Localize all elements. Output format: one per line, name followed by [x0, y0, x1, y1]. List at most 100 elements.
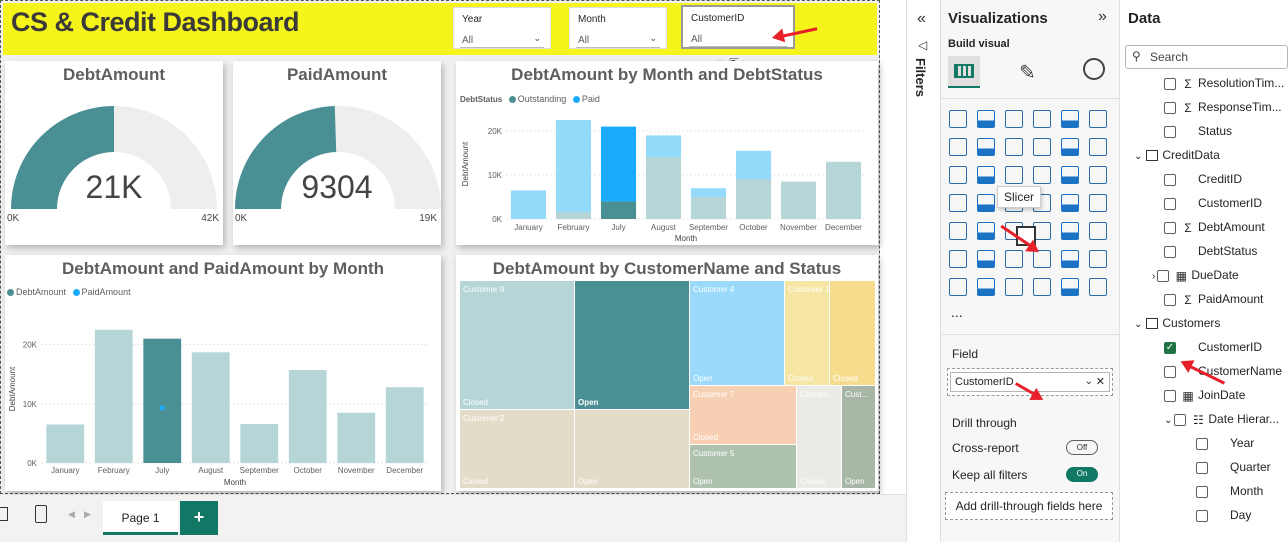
chevron-down-icon[interactable]: ⌄	[1134, 151, 1142, 162]
bar-segment[interactable]	[780, 181, 817, 219]
pie-icon[interactable]	[1033, 166, 1051, 184]
field-checkbox[interactable]	[1196, 461, 1208, 474]
field-row[interactable]: DebtStatus	[1164, 240, 1257, 262]
treemap-tile[interactable]: Open	[575, 281, 689, 409]
field-row[interactable]: Quarter	[1196, 456, 1271, 478]
key-influencers-icon[interactable]	[977, 250, 995, 268]
100-column-icon[interactable]	[1089, 110, 1107, 128]
r-visual-icon[interactable]	[1089, 222, 1107, 240]
line-chart-icon[interactable]	[949, 138, 967, 156]
keep-filters-toggle[interactable]: On	[1066, 467, 1098, 482]
field-row[interactable]: ▦ JoinDate	[1164, 384, 1245, 406]
page-view-icon[interactable]	[0, 507, 8, 521]
field-row[interactable]: Year	[1196, 432, 1254, 454]
build-visual-tab[interactable]	[948, 56, 980, 88]
field-row[interactable]: ⌄ CreditData	[1134, 144, 1220, 166]
power-automate-icon[interactable]	[1005, 278, 1023, 296]
field-row[interactable]: Σ DebtAmount	[1164, 216, 1265, 238]
treemap-tile[interactable]: Customer 4 Open	[690, 281, 784, 385]
matrix-icon[interactable]	[1061, 222, 1079, 240]
treemap-tile[interactable]: Customer 7 Closed	[690, 386, 796, 444]
field-checkbox[interactable]	[1174, 413, 1187, 426]
bar-segment[interactable]	[645, 157, 682, 219]
field-row[interactable]: Σ PaidAmount	[1164, 288, 1263, 310]
chevron-down-icon[interactable]: ⌄	[1164, 415, 1172, 426]
chevron-down-icon[interactable]: ⌄	[1134, 319, 1142, 330]
field-checkbox[interactable]	[1196, 437, 1208, 450]
expand-right-icon[interactable]: »	[1098, 8, 1107, 26]
narrative-icon[interactable]	[1061, 250, 1079, 268]
field-row[interactable]: Status	[1164, 120, 1232, 142]
line-clustered-icon[interactable]	[1089, 138, 1107, 156]
bar[interactable]	[191, 352, 230, 463]
bar-segment[interactable]	[735, 179, 772, 219]
kpi-icon[interactable]	[977, 222, 995, 240]
month-slicer[interactable]: Month All ⌄	[569, 7, 667, 49]
custom-visual-1-icon[interactable]	[1033, 278, 1051, 296]
debt-by-month-status-card[interactable]: DebtAmount by Month and DebtStatus DebtS…	[456, 61, 878, 245]
field-checkbox[interactable]	[1164, 77, 1176, 90]
treemap-tile[interactable]: Customer 2 Closed	[460, 410, 574, 488]
decomposition-tree-icon[interactable]	[1005, 250, 1023, 268]
drill-through-well[interactable]: Add drill-through fields here	[945, 492, 1113, 520]
field-checkbox[interactable]	[1164, 365, 1176, 378]
area-chart-icon[interactable]	[977, 138, 995, 156]
field-checkbox[interactable]	[1196, 485, 1208, 498]
remove-field-icon[interactable]: ✕	[1096, 373, 1105, 391]
bar-segment[interactable]	[690, 188, 727, 197]
python-icon[interactable]	[949, 250, 967, 268]
field-checkbox[interactable]: ✓	[1164, 341, 1176, 354]
field-checkbox[interactable]	[1164, 173, 1176, 186]
bar-segment[interactable]	[600, 201, 637, 219]
custom-visual-3-icon[interactable]	[1089, 278, 1107, 296]
field-row[interactable]: CustomerID	[1164, 192, 1262, 214]
page-tab-1[interactable]: Page 1	[103, 501, 178, 535]
treemap-tile[interactable]: Closed	[830, 281, 875, 385]
goals-icon[interactable]	[1089, 250, 1107, 268]
bar-segment[interactable]	[825, 161, 862, 219]
bar[interactable]	[385, 387, 424, 463]
analytics-icon[interactable]	[1083, 58, 1105, 80]
gauge-icon[interactable]	[1061, 194, 1079, 212]
treemap-card[interactable]: DebtAmount by CustomerName and Status Cu…	[456, 255, 878, 491]
collapse-left-icon[interactable]: «	[917, 10, 926, 28]
format-visual-icon[interactable]: ✎	[1019, 60, 1036, 85]
line-column-icon[interactable]	[1061, 138, 1079, 156]
field-checkbox[interactable]	[1164, 221, 1176, 234]
mobile-layout-icon[interactable]	[35, 505, 47, 523]
ribbon-icon[interactable]	[1033, 138, 1051, 156]
treemap-tile[interactable]: Customer 5 Open	[690, 445, 796, 488]
bar[interactable]	[288, 370, 327, 463]
paid-marker[interactable]	[159, 405, 165, 411]
chevron-down-icon[interactable]: ⌄	[1085, 373, 1093, 391]
waterfall-icon[interactable]	[949, 166, 967, 184]
treemap-tile[interactable]: Customer 10 Closed	[785, 281, 834, 385]
filters-pane-collapsed[interactable]: « ◁ Filters	[906, 0, 940, 542]
bar-segment[interactable]	[645, 135, 682, 158]
scatter-icon[interactable]	[1005, 166, 1023, 184]
stacked-area-icon[interactable]	[1005, 138, 1023, 156]
field-row[interactable]: Σ ResponseTim...	[1164, 96, 1282, 118]
stacked-column-icon[interactable]	[977, 110, 995, 128]
field-checkbox[interactable]	[1196, 509, 1208, 522]
paidamount-gauge-card[interactable]: PaidAmount 9304 0K 19K	[233, 61, 441, 245]
paginated-icon[interactable]	[949, 278, 967, 296]
month-dropdown[interactable]: All ⌄	[576, 32, 660, 48]
field-row[interactable]: Month	[1196, 480, 1263, 502]
chevron-right-icon[interactable]: ›	[1152, 271, 1155, 282]
cross-report-toggle[interactable]: Off	[1066, 440, 1098, 455]
bar-segment[interactable]	[510, 190, 547, 219]
funnel-icon[interactable]	[977, 166, 995, 184]
bar-segment[interactable]	[690, 197, 727, 219]
field-checkbox[interactable]	[1164, 101, 1176, 114]
field-row[interactable]: › ▦ DueDate	[1152, 264, 1239, 286]
field-checkbox[interactable]	[1164, 125, 1176, 138]
year-slicer[interactable]: Year All ⌄	[453, 7, 551, 49]
100-bar-icon[interactable]	[1061, 110, 1079, 128]
field-checkbox[interactable]	[1164, 245, 1176, 258]
field-row[interactable]: ⌄ Customers	[1134, 312, 1220, 334]
prev-page-icon[interactable]: ◀	[68, 509, 75, 520]
more-visuals-button[interactable]: ...	[951, 304, 963, 320]
field-checkbox[interactable]	[1164, 197, 1176, 210]
debt-paid-by-month-card[interactable]: DebtAmount and PaidAmount by Month DebtA…	[5, 255, 441, 491]
